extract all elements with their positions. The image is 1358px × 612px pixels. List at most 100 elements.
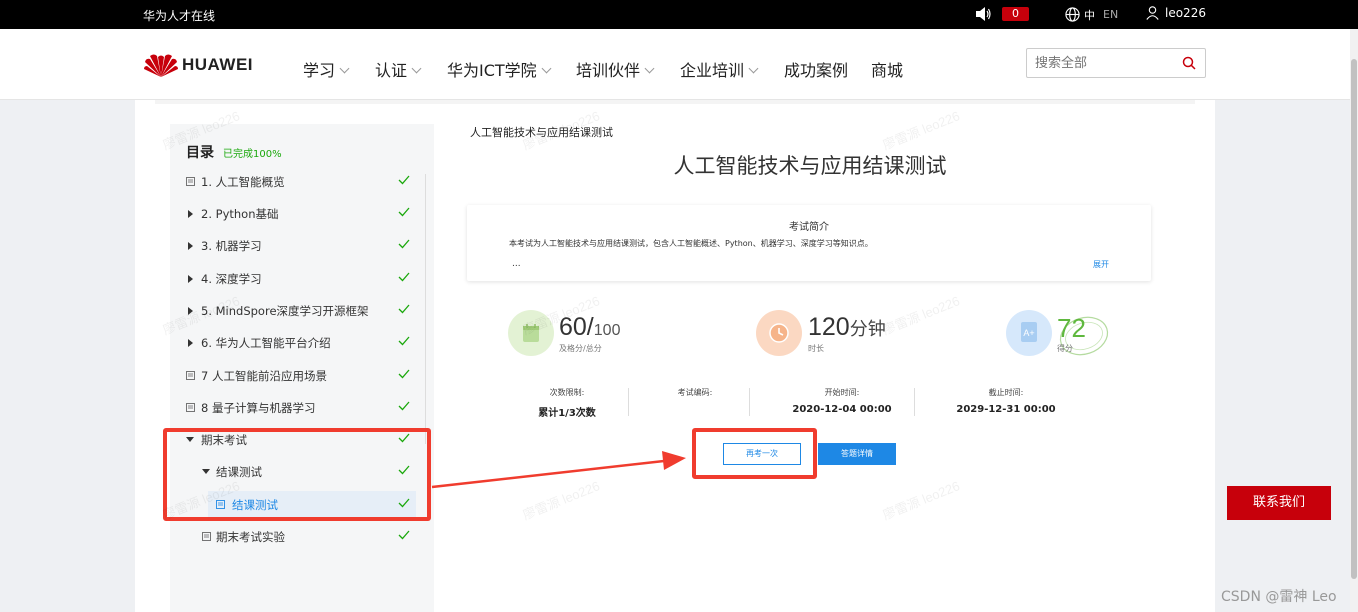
lang-cn-option[interactable]: 中 xyxy=(1084,7,1095,23)
intro-text: 本考试为人工智能技术与应用结课测试，包含人工智能概述、Python、机器学习、深… xyxy=(509,239,873,248)
nav-item-store[interactable]: 商城 xyxy=(871,57,903,81)
expand-arrow-icon xyxy=(188,210,193,218)
nav-label: 培训伙伴 xyxy=(576,61,641,80)
catalog-title: 目录 xyxy=(186,145,214,161)
exam-paper-icon: A+ xyxy=(1021,322,1037,342)
expand-arrow-icon xyxy=(188,339,193,347)
panel-top-strip xyxy=(155,100,1195,104)
expand-link[interactable]: 展开 xyxy=(1093,259,1109,270)
nav-item-success-cases[interactable]: 成功案例 xyxy=(784,57,848,81)
duration-number: 120 xyxy=(808,313,850,341)
check-icon xyxy=(398,175,410,185)
logo-text: HUAWEI xyxy=(182,55,253,74)
nav-item-ict-academy[interactable]: 华为ICT学院 xyxy=(447,57,552,81)
annotation-highlight-retake xyxy=(692,428,817,479)
huawei-logo-icon xyxy=(144,54,178,77)
contact-us-button[interactable]: 联系我们 xyxy=(1227,486,1331,520)
nav-label: 认证 xyxy=(375,61,408,80)
catalog-item-label: 3. 机器学习 xyxy=(201,239,262,253)
nav-label: 学习 xyxy=(303,61,336,80)
catalog-item[interactable]: 7 人工智能前沿应用场景 xyxy=(170,362,420,390)
lang-en-option[interactable]: EN xyxy=(1103,8,1118,21)
username[interactable]: leo226 xyxy=(1165,6,1206,20)
catalog-item-label: 6. 华为人工智能平台介绍 xyxy=(201,336,331,350)
catalog-item-label: 1. 人工智能概览 xyxy=(201,175,285,189)
catalog-item-label: 8 量子计算与机器学习 xyxy=(201,401,316,415)
duration-value: 120分钟 xyxy=(808,313,886,342)
intro-heading: 考试简介 xyxy=(789,222,829,233)
doc-icon xyxy=(202,532,211,541)
answer-details-button[interactable]: 答题详情 xyxy=(818,443,896,465)
exam-code-key: 考试编码: xyxy=(677,388,713,397)
top-bar: 华为人才在线 0 中 EN leo226 xyxy=(0,0,1358,29)
nav-label: 华为ICT学院 xyxy=(447,61,537,80)
total-score: 100 xyxy=(593,322,621,339)
doc-icon xyxy=(186,403,195,412)
nav-item-learn[interactable]: 学习 xyxy=(303,57,350,81)
check-icon xyxy=(398,304,410,314)
catalog-item-label: 2. Python基础 xyxy=(201,207,279,221)
catalog-item-label: 7 人工智能前沿应用场景 xyxy=(201,369,327,383)
intro-ellipsis: ... xyxy=(512,259,521,269)
doc-icon xyxy=(186,371,195,380)
page-title: 人工智能技术与应用结课测试 xyxy=(673,154,947,178)
chevron-down-icon xyxy=(339,63,350,74)
check-icon xyxy=(398,239,410,249)
catalog-item-label: 4. 深度学习 xyxy=(201,272,262,286)
exam-intro-card: 考试简介 本考试为人工智能技术与应用结课测试，包含人工智能概述、Python、机… xyxy=(467,205,1151,281)
speaker-icon[interactable] xyxy=(975,7,991,21)
end-time-value: 2029-12-31 00:00 xyxy=(956,404,1056,415)
nav-item-enterprise-training[interactable]: 企业培训 xyxy=(680,57,759,81)
check-icon xyxy=(398,530,410,540)
nav-item-training-partners[interactable]: 培训伙伴 xyxy=(576,57,655,81)
attempt-limit-value: 累计1/3次数 xyxy=(538,408,596,419)
user-icon[interactable] xyxy=(1146,6,1159,20)
score-value: 72 xyxy=(1057,313,1086,343)
nav-label: 企业培训 xyxy=(680,61,745,80)
catalog-item[interactable]: 1. 人工智能概览 xyxy=(170,168,420,196)
catalog-item[interactable]: 8 量子计算与机器学习 xyxy=(170,394,420,422)
doc-icon xyxy=(186,177,195,186)
site-name[interactable]: 华为人才在线 xyxy=(143,7,215,24)
end-time-info: 截止时间: 2029-12-31 00:00 xyxy=(931,387,1081,415)
huawei-logo[interactable]: HUAWEI xyxy=(144,52,264,80)
chevron-down-icon xyxy=(644,63,655,74)
notification-badge[interactable]: 0 xyxy=(1002,7,1029,21)
sidebar-divider xyxy=(425,174,426,444)
scrollbar-thumb[interactable] xyxy=(1351,59,1357,579)
expand-arrow-icon xyxy=(188,242,193,250)
search-box xyxy=(1026,48,1206,78)
chevron-down-icon xyxy=(748,63,759,74)
catalog-sidebar: 目录 已完成100% 1. 人工智能概览 2. Python基础 3. 机器学习… xyxy=(170,124,434,612)
page-scrollbar[interactable] xyxy=(1350,29,1358,612)
expand-arrow-icon xyxy=(188,275,193,283)
pass-score-label: 及格分/总分 xyxy=(559,344,602,353)
check-icon xyxy=(398,401,410,411)
exam-code-info: 考试编码: xyxy=(620,387,770,404)
catalog-item[interactable]: 6. 华为人工智能平台介绍 xyxy=(170,329,420,357)
catalog-item-label: 期末考试实验 xyxy=(216,530,285,544)
check-icon xyxy=(398,207,410,217)
check-icon xyxy=(398,369,410,379)
catalog-item[interactable]: 3. 机器学习 xyxy=(170,232,420,260)
catalog-item[interactable]: 4. 深度学习 xyxy=(170,265,420,293)
globe-icon[interactable] xyxy=(1065,7,1080,22)
clock-icon xyxy=(769,323,789,343)
duration-label: 时长 xyxy=(808,344,824,353)
check-icon xyxy=(398,272,410,282)
end-time-key: 截止时间: xyxy=(988,388,1024,397)
progress-text: 已完成100% xyxy=(223,149,282,160)
nav-item-certify[interactable]: 认证 xyxy=(375,57,422,81)
search-input[interactable] xyxy=(1027,49,1167,77)
start-time-info: 开始时间: 2020-12-04 00:00 xyxy=(767,387,917,415)
start-time-key: 开始时间: xyxy=(824,388,860,397)
csdn-watermark: CSDN @雷神 Leo xyxy=(1221,589,1337,605)
catalog-item[interactable]: 2. Python基础 xyxy=(170,200,420,228)
chevron-down-icon xyxy=(411,63,422,74)
search-icon[interactable] xyxy=(1182,56,1196,70)
score-label: 得分 xyxy=(1057,344,1073,353)
main-header: HUAWEI 学习 认证 华为ICT学院 培训伙伴 企业培训 成功案例 商城 xyxy=(0,29,1350,100)
catalog-item-final-lab[interactable]: 期末考试实验 xyxy=(170,523,420,551)
check-icon xyxy=(398,336,410,346)
info-divider xyxy=(914,388,915,416)
